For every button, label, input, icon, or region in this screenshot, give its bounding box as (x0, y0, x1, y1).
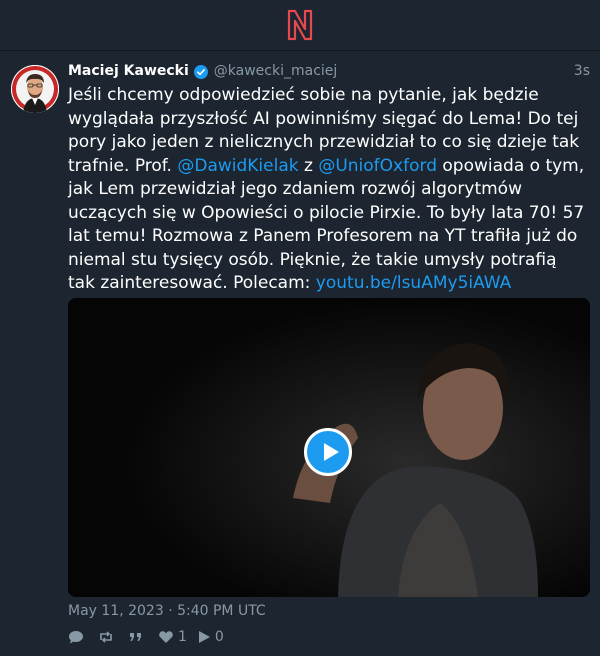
verified-badge-icon (193, 64, 208, 79)
tweet-date[interactable]: May 11, 2023 · 5:40 PM UTC (68, 603, 266, 619)
avatar[interactable] (11, 65, 59, 113)
retweet-icon (98, 629, 114, 645)
tweet-header: Maciej Kawecki @kawecki_maciej 3s (68, 61, 590, 81)
url-link[interactable]: youtu.be/lsuAMy5iAWA (316, 273, 512, 293)
comment-icon (68, 629, 84, 645)
quote-icon (128, 629, 144, 645)
like-action[interactable]: 1 (158, 629, 187, 645)
mention-link[interactable]: @UniofOxford (318, 156, 437, 176)
reply-action[interactable] (68, 629, 88, 645)
retweet-action[interactable] (98, 629, 118, 645)
play-action[interactable]: 0 (197, 629, 224, 645)
play-icon (197, 629, 211, 645)
quote-action[interactable] (128, 629, 148, 645)
top-bar (0, 0, 600, 51)
relative-time[interactable]: 3s (574, 63, 590, 79)
like-count: 1 (178, 629, 187, 645)
heart-icon (158, 629, 174, 645)
video-player[interactable] (68, 298, 590, 597)
tweet-text-part: z (298, 155, 319, 176)
nitter-logo[interactable] (286, 9, 314, 45)
tweet-actions: 1 0 (68, 628, 234, 646)
tweet: Maciej Kawecki @kawecki_maciej 3s Jeśli … (0, 51, 600, 656)
handle[interactable]: @kawecki_maciej (214, 63, 338, 79)
display-name[interactable]: Maciej Kawecki (68, 63, 189, 79)
play-count: 0 (214, 629, 224, 645)
mention-link[interactable]: @DawidKielak (177, 156, 298, 176)
tweet-text: Jeśli chcemy odpowiedzieć sobie na pytan… (68, 84, 588, 296)
video-play-button-icon[interactable] (304, 428, 352, 476)
